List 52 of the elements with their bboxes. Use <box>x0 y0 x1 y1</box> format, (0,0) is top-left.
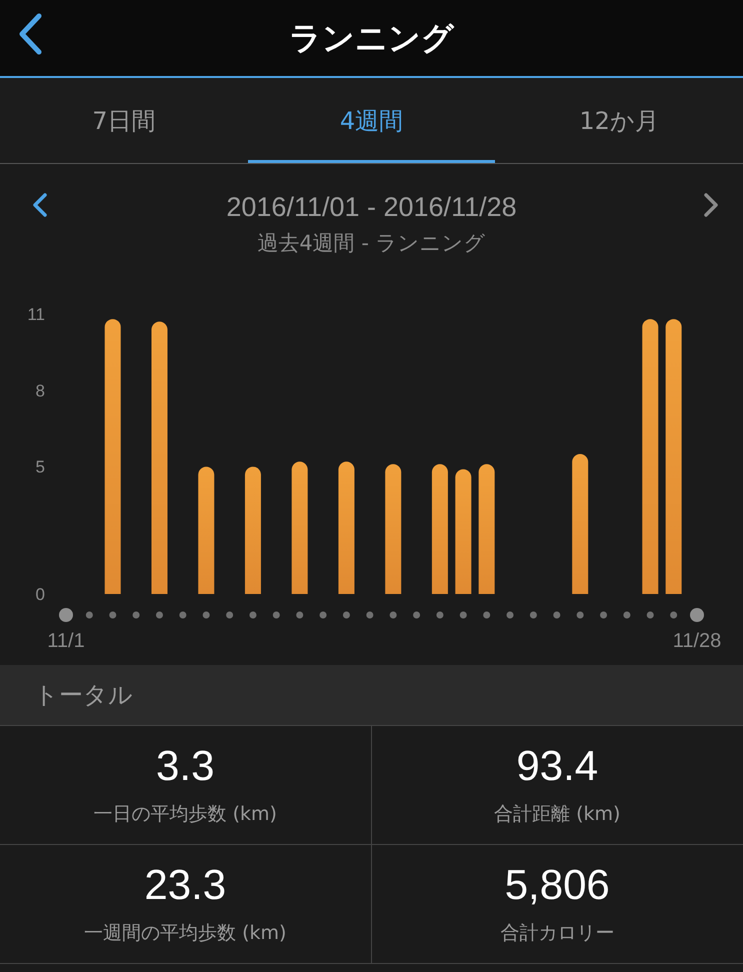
day-dot <box>342 612 350 618</box>
y-axis-label: 0 <box>36 585 45 604</box>
day-dot <box>202 612 210 618</box>
x-axis-label: 11/28 <box>672 630 722 652</box>
day-dot <box>460 612 467 618</box>
day-dot <box>506 612 514 618</box>
y-axis-label: 5 <box>36 458 45 477</box>
day-dot <box>132 612 140 618</box>
day-dot <box>530 612 537 618</box>
day-dot <box>600 612 608 618</box>
right-chevron-icon <box>703 192 719 218</box>
day-dot <box>553 612 560 618</box>
day-dot <box>156 612 163 618</box>
day-dot <box>249 612 256 618</box>
section-title: トータル <box>34 680 133 711</box>
day-dot <box>226 612 234 618</box>
stat-label: 合計距離 (km) <box>494 802 620 827</box>
period-tab[interactable]: 4週間 <box>248 78 496 163</box>
period-subtitle: 過去4週間 - ランニング <box>257 230 486 257</box>
day-dot <box>390 612 397 618</box>
day-dot <box>179 612 186 618</box>
day-dot <box>366 612 374 618</box>
y-axis-label: 8 <box>36 381 45 400</box>
day-dot <box>296 612 304 618</box>
day-dot <box>86 612 93 618</box>
stat-label: 一日の平均歩数 (km) <box>94 802 277 827</box>
day-dot <box>436 612 444 618</box>
period-tab[interactable]: 12か月 <box>495 78 743 163</box>
left-chevron-icon <box>32 192 48 218</box>
x-axis-label: 11/1 <box>47 630 85 652</box>
day-dot <box>623 612 630 618</box>
stat-label: 合計カロリー <box>500 921 614 946</box>
day-dot <box>690 608 704 622</box>
y-axis-label: 11 <box>27 305 45 324</box>
day-dot <box>320 612 327 618</box>
day-dot <box>272 612 280 618</box>
day-dot <box>646 612 654 618</box>
back-chevron-icon <box>17 13 43 55</box>
day-dot <box>109 612 116 618</box>
stat-value: 23.3 <box>144 860 226 910</box>
screen-title: ランニング <box>289 18 454 59</box>
stat-value: 3.3 <box>156 741 214 791</box>
stat-value: 5,806 <box>504 860 610 910</box>
day-dot <box>576 612 584 618</box>
period-tab[interactable]: 7日間 <box>0 78 248 163</box>
stat-value: 93.4 <box>516 741 598 791</box>
date-range: 2016/11/01 - 2016/11/28 <box>226 191 517 224</box>
day-dot <box>413 612 420 618</box>
stat-label: 一週間の平均歩数 (km) <box>84 921 286 946</box>
day-dot <box>483 612 490 618</box>
day-dot <box>59 608 73 622</box>
day-dot <box>670 612 678 618</box>
